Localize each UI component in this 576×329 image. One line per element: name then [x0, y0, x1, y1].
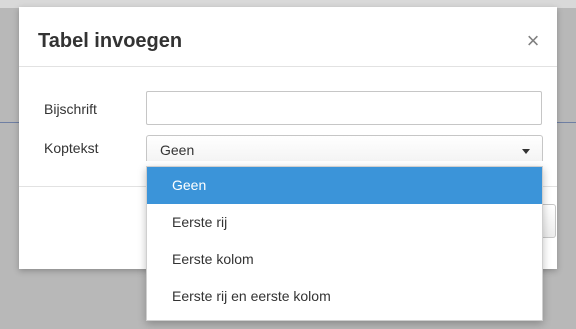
dropdown-option-eerste-kolom[interactable]: Eerste kolom — [147, 241, 542, 278]
header-dropdown-list: Geen Eerste rij Eerste kolom Eerste rij … — [146, 166, 543, 321]
caption-label: Bijschrift — [44, 101, 97, 117]
dropdown-option-eerste-rij[interactable]: Eerste rij — [147, 204, 542, 241]
close-icon[interactable]: × — [519, 27, 547, 55]
backdrop-divider-right — [557, 122, 576, 123]
dropdown-option-label: Eerste rij en eerste kolom — [172, 288, 331, 304]
dialog-footer-button[interactable] — [542, 204, 556, 238]
dropdown-option-label: Geen — [172, 177, 207, 193]
header-select-value: Geen — [160, 142, 195, 158]
dropdown-option-label: Eerste rij — [172, 214, 228, 230]
dialog-header: Tabel invoegen × — [19, 7, 557, 67]
caption-input[interactable] — [146, 91, 542, 125]
dropdown-option-eerste-rij-en-eerste-kolom[interactable]: Eerste rij en eerste kolom — [147, 278, 542, 315]
dropdown-option-geen[interactable]: Geen — [147, 167, 542, 204]
dropdown-option-label: Eerste kolom — [172, 251, 254, 267]
header-select[interactable]: Geen — [146, 135, 543, 161]
chevron-down-icon — [522, 149, 530, 154]
dialog-title: Tabel invoegen — [38, 30, 183, 52]
header-label: Koptekst — [44, 140, 99, 156]
backdrop-divider-left — [0, 122, 19, 123]
